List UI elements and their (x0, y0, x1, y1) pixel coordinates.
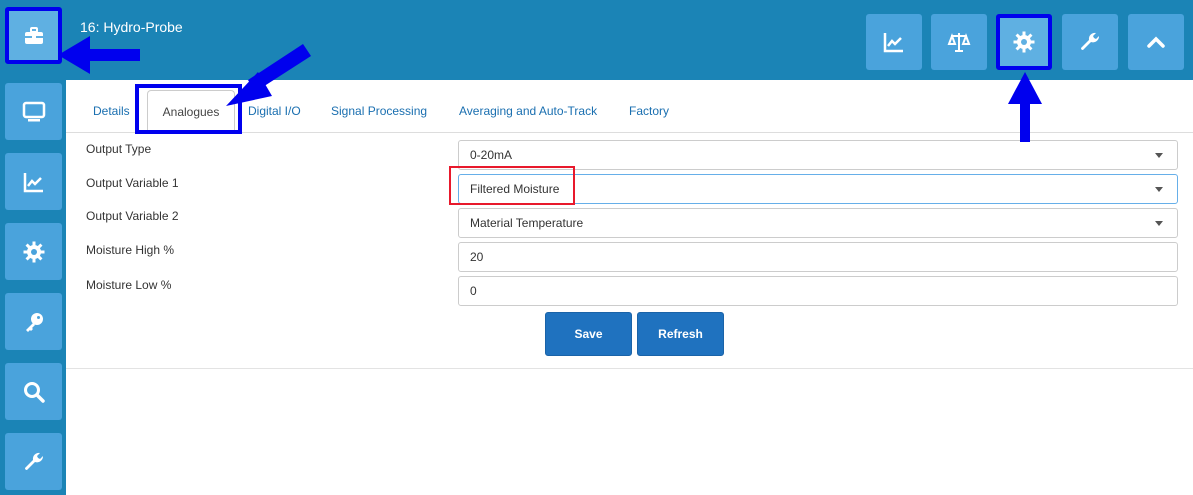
sidebar-item-search[interactable] (5, 363, 62, 420)
toolbar-collapse-button[interactable] (1128, 14, 1184, 70)
search-icon (23, 381, 45, 403)
sidebar (0, 0, 66, 495)
chevron-down-icon (1155, 221, 1163, 226)
header-bar: 16: Hydro-Probe (66, 0, 1193, 80)
save-button[interactable]: Save (545, 312, 632, 356)
balance-scale-icon (947, 33, 971, 52)
moisture-high-value: 20 (470, 250, 484, 264)
output-type-value: 0-20mA (470, 148, 513, 162)
toolbar-tools-button[interactable] (1062, 14, 1118, 70)
content-divider (66, 368, 1193, 369)
key-icon (25, 312, 43, 332)
toolbar-chart-button[interactable] (866, 14, 922, 70)
output-type-select[interactable]: 0-20mA (458, 140, 1178, 170)
tab-digital-io[interactable]: Digital I/O (248, 90, 301, 132)
wrench-icon (24, 452, 43, 470)
output-variable-2-select[interactable]: Material Temperature (458, 208, 1178, 238)
toolbar-calibration-button[interactable] (931, 14, 987, 70)
tab-signal-processing[interactable]: Signal Processing (331, 90, 427, 132)
toolbar-settings-button[interactable] (996, 14, 1052, 70)
output-variable-1-select[interactable]: Filtered Moisture (458, 174, 1178, 204)
moisture-low-label: Moisture Low % (86, 278, 172, 292)
gear-icon (1013, 31, 1035, 53)
chevron-down-icon (1155, 153, 1163, 158)
sidebar-item-key[interactable] (5, 293, 62, 350)
sidebar-item-monitor[interactable] (5, 83, 62, 140)
chart-icon (883, 33, 903, 53)
gear-icon (23, 241, 44, 262)
refresh-button[interactable]: Refresh (637, 312, 724, 356)
sidebar-item-tools[interactable] (5, 433, 62, 490)
wrench-icon (1081, 32, 1100, 50)
sidebar-item-settings[interactable] (5, 223, 62, 280)
moisture-high-label: Moisture High % (86, 243, 175, 257)
tab-factory[interactable]: Factory (629, 90, 669, 132)
output-variable-1-value: Filtered Moisture (470, 182, 560, 196)
output-variable-2-label: Output Variable 2 (86, 209, 179, 223)
monitor-icon (22, 101, 45, 121)
output-variable-2-value: Material Temperature (470, 216, 584, 230)
tab-averaging-auto-track[interactable]: Averaging and Auto-Track (459, 90, 597, 132)
moisture-high-input[interactable]: 20 (458, 242, 1178, 272)
moisture-low-input[interactable]: 0 (458, 276, 1178, 306)
output-type-label: Output Type (86, 142, 152, 156)
output-variable-1-label: Output Variable 1 (86, 176, 179, 190)
chevron-up-icon (1147, 36, 1165, 48)
sidebar-item-toolbox[interactable] (5, 7, 62, 64)
tab-details[interactable]: Details (93, 90, 130, 132)
moisture-low-value: 0 (470, 284, 477, 298)
chart-icon (23, 172, 43, 192)
toolbox-icon (24, 26, 43, 44)
chevron-down-icon (1155, 187, 1163, 192)
page-title: 16: Hydro-Probe (80, 19, 183, 35)
tab-annotation-box (135, 84, 242, 134)
sidebar-item-chart[interactable] (5, 153, 62, 210)
